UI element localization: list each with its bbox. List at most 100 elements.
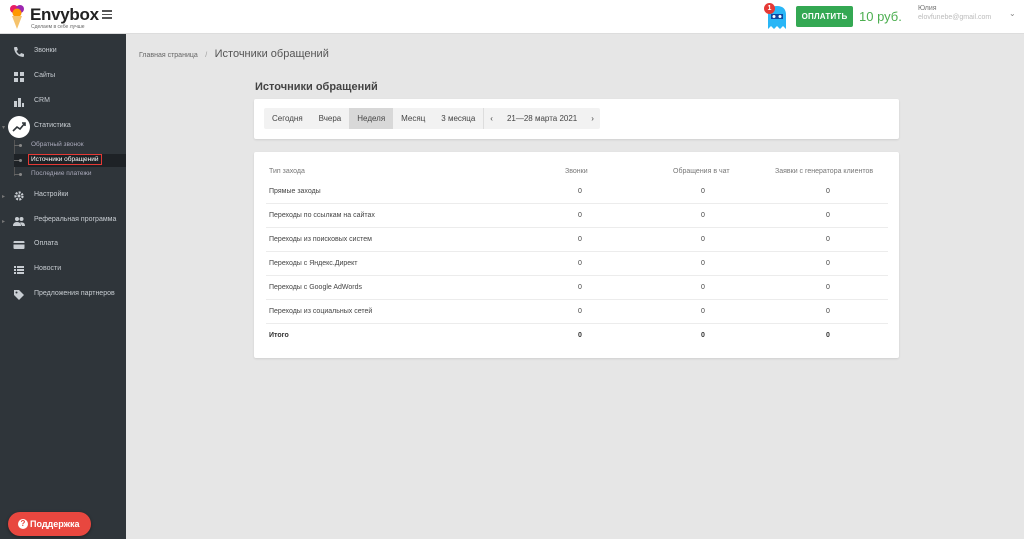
row-calls: 0 [578, 260, 582, 267]
sidebar-item-label: Оплата [34, 240, 59, 247]
list-icon [14, 266, 24, 274]
row-chat: 0 [701, 212, 705, 219]
sidebar-item-partners[interactable]: Предложения партнеров [0, 284, 126, 306]
row-leads: 0 [826, 212, 830, 219]
row-calls: 0 [578, 236, 582, 243]
logo-text: Envybox [30, 5, 99, 24]
row-chat: 0 [701, 284, 705, 291]
sidebar-item-label: Сайты [34, 72, 56, 79]
sidebar-subitem-payments[interactable]: Последние платежи [14, 168, 126, 181]
breadcrumb-current: Источники обращений [214, 48, 329, 60]
row-leads: 0 [826, 236, 830, 243]
sidebar-item-label: CRM [34, 97, 50, 104]
row-label: Переходы с Google AdWords [269, 284, 363, 291]
row-leads: 0 [826, 284, 830, 291]
card-icon [13, 241, 25, 249]
sidebar-item-label: Настройки [34, 191, 69, 198]
filter-3-months[interactable]: 3 месяца [433, 108, 483, 129]
period-filter-group: Сегодня Вчера Неделя Месяц 3 месяца ‹ 21… [264, 108, 600, 129]
phone-icon [14, 47, 24, 57]
date-range-picker[interactable]: 21—28 марта 2021 [499, 108, 585, 129]
sidebar-item-settings[interactable]: ▸ Настройки [0, 185, 126, 207]
page-title: Источники обращений [255, 81, 378, 93]
expand-arrow-icon: ▾ [2, 125, 6, 131]
table-row: Переходы по ссылкам на сайтах 0 0 0 [266, 204, 888, 228]
gear-icon [14, 191, 24, 201]
row-leads: 0 [826, 188, 830, 195]
total-calls: 0 [578, 332, 582, 339]
row-chat: 0 [701, 188, 705, 195]
table-row: Переходы с Google AdWords 0 0 0 [266, 276, 888, 300]
expand-arrow-icon: ▸ [2, 194, 6, 200]
balance-amount: 10 руб. [859, 9, 902, 24]
table-row: Переходы из поисковых систем 0 0 0 [266, 228, 888, 252]
row-chat: 0 [701, 260, 705, 267]
row-label: Прямые заходы [269, 188, 321, 195]
top-header: Envybox Сделаем в себе лучше 1 ОПЛАТИТЬ … [0, 0, 1024, 34]
row-calls: 0 [578, 188, 582, 195]
menu-toggle-icon[interactable] [102, 10, 112, 19]
row-calls: 0 [578, 212, 582, 219]
row-label: Переходы по ссылкам на сайтах [269, 212, 375, 219]
notification-badge: 1 [764, 3, 775, 14]
support-label: Поддержка [30, 519, 80, 529]
sidebar-subitem-label: Источники обращений [28, 154, 102, 165]
sidebar-item-label: Статистика [34, 122, 71, 129]
row-leads: 0 [826, 260, 830, 267]
tag-icon [14, 290, 24, 300]
sidebar: Звонки Сайты CRM ▾ Статистика Обратный з… [0, 34, 126, 539]
sidebar-item-sites[interactable]: Сайты [0, 66, 126, 88]
row-calls: 0 [578, 308, 582, 315]
user-name[interactable]: Юлия [918, 5, 937, 12]
user-email[interactable]: elovfunebe@gmail.com [918, 14, 991, 21]
row-label: Переходы с Яндекс.Директ [269, 260, 358, 267]
sidebar-item-label: Предложения партнеров [34, 290, 115, 297]
pay-button[interactable]: ОПЛАТИТЬ [796, 6, 853, 27]
logo-tagline: Сделаем в себе лучше [31, 24, 85, 30]
ice-cream-logo-icon [10, 5, 24, 29]
filter-yesterday[interactable]: Вчера [311, 108, 350, 129]
sidebar-item-label: Реферальная программа [34, 216, 117, 223]
row-chat: 0 [701, 236, 705, 243]
sidebar-subitem-label: Обратный звонок [31, 141, 84, 148]
total-label: Итого [269, 332, 289, 339]
table-row: Прямые заходы 0 0 0 [266, 180, 888, 204]
people-icon [13, 217, 25, 226]
sidebar-subitem-sources[interactable]: Источники обращений [14, 154, 126, 167]
column-header-type: Тип захода [269, 168, 305, 175]
column-header-leads: Заявки с генератора клиентов [775, 168, 874, 175]
column-header-calls: Звонки [565, 168, 588, 175]
sidebar-item-news[interactable]: Новости [0, 259, 126, 281]
sidebar-subitem-label: Последние платежи [31, 170, 92, 177]
total-chat: 0 [701, 332, 705, 339]
notifications-button[interactable]: 1 [764, 3, 790, 31]
filter-month[interactable]: Месяц [393, 108, 433, 129]
breadcrumb-separator: / [205, 52, 208, 59]
row-chat: 0 [701, 308, 705, 315]
chevron-down-icon[interactable]: ⌄ [1009, 9, 1016, 18]
trending-up-icon [12, 122, 26, 132]
row-label: Переходы из поисковых систем [269, 236, 372, 243]
sidebar-item-referral[interactable]: ▸ Реферальная программа [0, 210, 126, 232]
support-button[interactable]: ? Поддержка [8, 512, 91, 536]
sidebar-item-label: Звонки [34, 47, 57, 54]
breadcrumb-home[interactable]: Главная страница [139, 52, 198, 59]
table-total-row: Итого 0 0 0 [266, 324, 888, 348]
total-leads: 0 [826, 332, 830, 339]
filter-today[interactable]: Сегодня [264, 108, 311, 129]
sources-table: Тип захода Звонки Обращения в чат Заявки… [254, 152, 899, 358]
help-icon: ? [18, 519, 28, 529]
breadcrumb: Главная страница / Источники обращений [139, 44, 329, 62]
chevron-right-icon[interactable]: › [585, 108, 600, 129]
filter-week[interactable]: Неделя [349, 108, 394, 129]
statistics-active-indicator [8, 116, 30, 138]
sidebar-item-calls[interactable]: Звонки [0, 41, 126, 63]
sidebar-item-label: Новости [34, 265, 62, 272]
sidebar-item-payment[interactable]: Оплата [0, 234, 126, 256]
crm-icon [14, 98, 24, 107]
sidebar-item-crm[interactable]: CRM [0, 91, 126, 113]
column-header-chat: Обращения в чат [673, 168, 730, 175]
sidebar-subitem-callback[interactable]: Обратный звонок [14, 139, 126, 152]
sidebar-item-statistics[interactable]: ▾ Статистика [0, 116, 126, 138]
chevron-left-icon[interactable]: ‹ [484, 108, 499, 129]
